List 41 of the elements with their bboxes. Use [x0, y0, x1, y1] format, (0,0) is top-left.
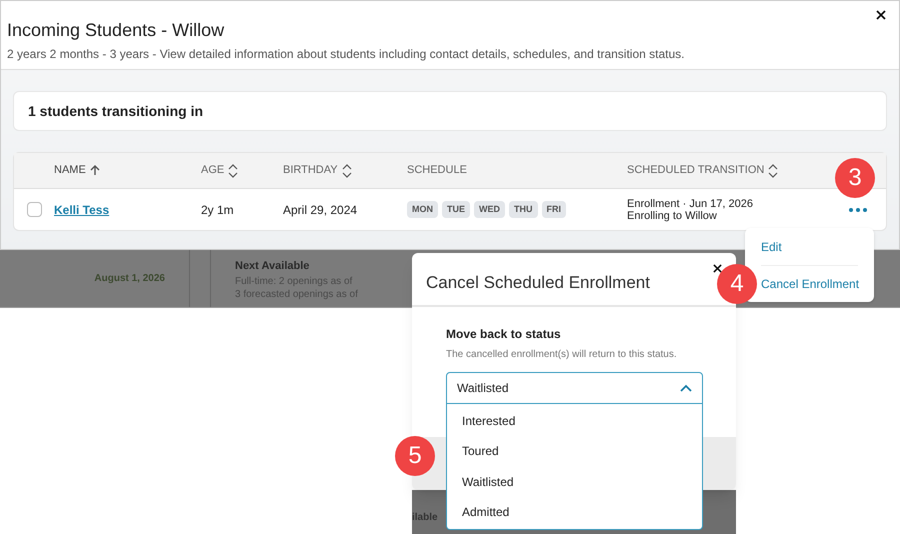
- dropdown-option[interactable]: Waitlisted: [447, 472, 702, 491]
- day-tag: THU: [509, 200, 538, 218]
- column-header[interactable]: BIRTHDAY: [283, 162, 352, 179]
- column-header[interactable]: SCHEDULED TRANSITION: [627, 162, 778, 179]
- field-help: The cancelled enrollment(s) will return to this status.: [446, 348, 678, 362]
- transition-text: Enrolling to Willow: [627, 210, 718, 222]
- sort-icon: [768, 164, 778, 178]
- sort-icon: [228, 164, 238, 178]
- dropdown-option[interactable]: Toured: [447, 442, 702, 460]
- step-callout: 5: [395, 436, 435, 476]
- transition-text: Enrollment · Jun 17, 2026: [627, 198, 754, 210]
- day-tag: WED: [474, 200, 505, 218]
- sort-up-icon: [90, 165, 100, 176]
- menu-item[interactable]: Cancel Enrollment: [761, 275, 860, 293]
- column-header[interactable]: SCHEDULE: [407, 162, 467, 179]
- day-tag: MON: [407, 200, 438, 218]
- availability-heading: Next Available: [235, 259, 310, 274]
- column-header[interactable]: NAME: [54, 162, 100, 179]
- count-card: 1 students transitioning in: [13, 91, 887, 131]
- modal-subtitle: 2 years 2 months - 3 years - View detailed information about students including contact details, schedules, and transition status.: [7, 46, 686, 63]
- column-header[interactable]: AGE: [201, 162, 238, 179]
- modal-title: Incoming Students - Willow: [7, 19, 226, 41]
- day-tag: TUE: [442, 200, 470, 218]
- table-cell-text: April 29, 2024: [283, 202, 358, 218]
- date-text: August 1, 2026: [94, 272, 165, 286]
- availability-text: ilable: [412, 512, 438, 523]
- dialog-title: Cancel Scheduled Enrollment: [426, 272, 650, 294]
- sort-icon: [342, 164, 352, 178]
- day-tag: FRI: [542, 200, 566, 218]
- close-icon[interactable]: [713, 264, 722, 273]
- dropdown-option[interactable]: Interested: [447, 412, 702, 430]
- more-icon[interactable]: [849, 208, 867, 212]
- table-cell-text: 2y 1m: [201, 202, 235, 218]
- student-name-link[interactable]: Kelli Tess: [54, 202, 110, 216]
- menu-item[interactable]: Edit: [761, 238, 782, 256]
- chevron-icon: [680, 384, 692, 392]
- status-select[interactable]: Waitlisted: [446, 372, 703, 404]
- close-icon[interactable]: [876, 10, 886, 20]
- row-checkbox[interactable]: [26, 202, 42, 217]
- field-label: Move back to status: [446, 326, 562, 343]
- dropdown-option[interactable]: Admitted: [447, 502, 702, 521]
